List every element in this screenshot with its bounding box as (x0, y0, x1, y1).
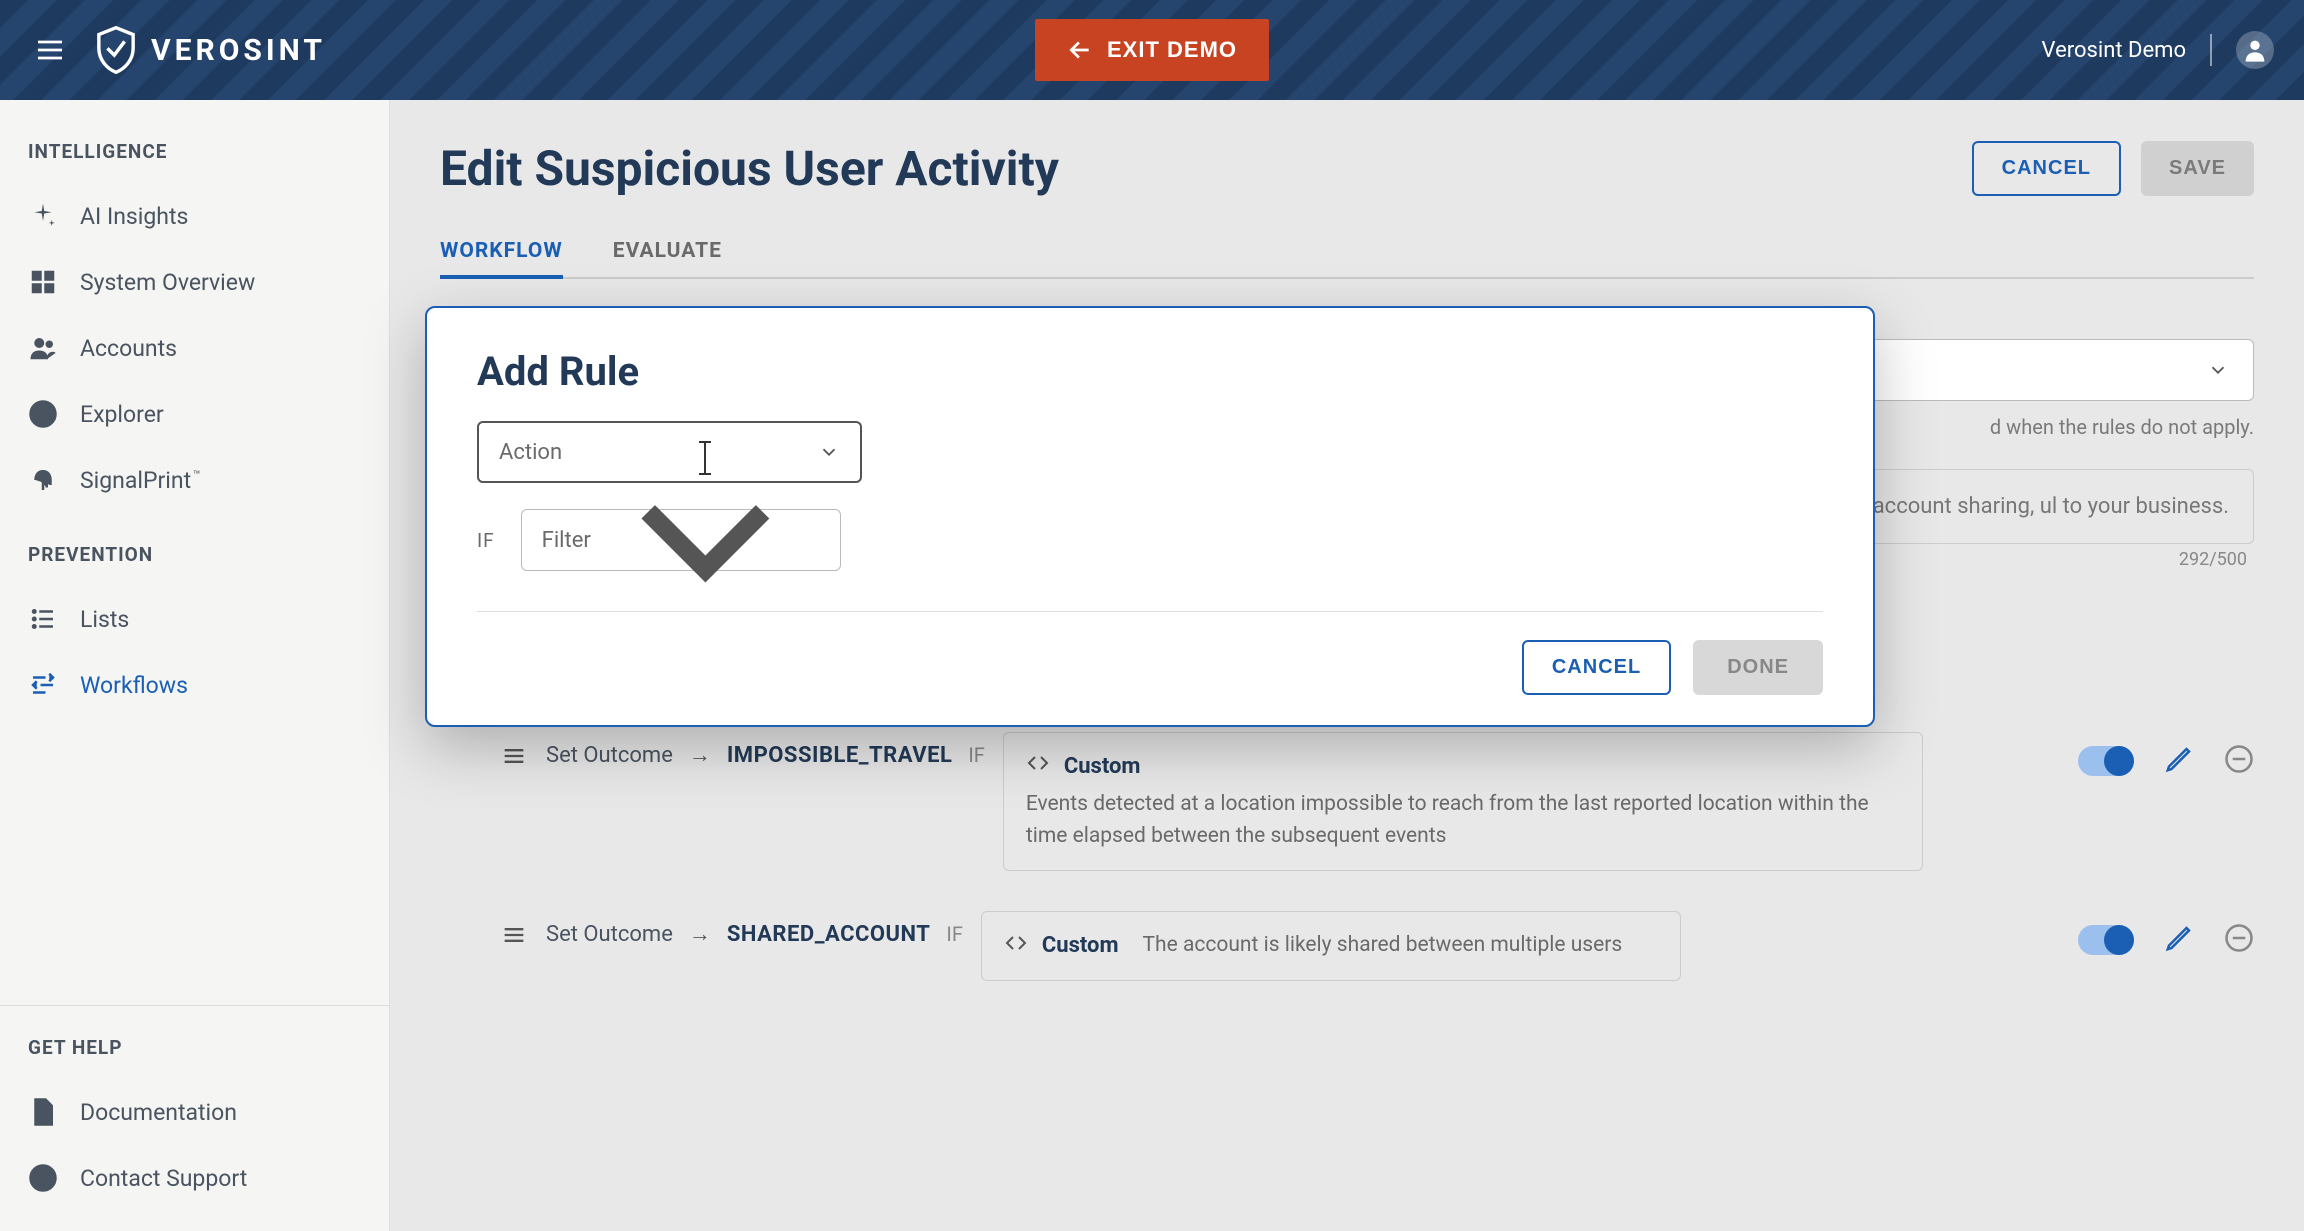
sidebar-item-documentation[interactable]: Documentation (0, 1079, 389, 1145)
workflow-icon (28, 670, 58, 700)
modal-cancel-button[interactable]: CANCEL (1522, 640, 1671, 695)
people-icon (28, 333, 58, 363)
filter-placeholder: Filter (542, 528, 591, 553)
sidebar-item-system-overview[interactable]: System Overview (0, 249, 389, 315)
rule-description: The account is likely shared between mul… (1143, 930, 1623, 962)
tab-evaluate[interactable]: EVALUATE (613, 227, 722, 279)
sidebar-item-explorer[interactable]: Explorer (0, 381, 389, 447)
topbar: VEROSINT EXIT DEMO Verosint Demo (0, 0, 2304, 100)
help-icon (28, 1163, 58, 1193)
modal-done-button: DONE (1693, 640, 1823, 695)
remove-icon[interactable] (2224, 744, 2254, 778)
sidebar-section-intelligence: INTELLIGENCE (0, 140, 389, 183)
modal-title: Add Rule (477, 348, 1823, 395)
code-icon (1026, 751, 1050, 781)
divider (2210, 34, 2212, 66)
sparkle-icon (28, 201, 58, 231)
sidebar-item-signalprint[interactable]: SignalPrint™ (0, 447, 389, 513)
sidebar-item-label: Accounts (80, 335, 177, 362)
sidebar-item-label: Workflows (80, 672, 188, 699)
sidebar-section-prevention: PREVENTION (0, 543, 389, 586)
brand-text: VEROSINT (151, 33, 326, 68)
sidebar-item-contact-support[interactable]: Contact Support (0, 1145, 389, 1211)
list-icon (28, 604, 58, 634)
sidebar-section-get-help: GET HELP (0, 1036, 389, 1079)
chevron-down-icon (818, 441, 840, 463)
sidebar-item-label: Lists (80, 606, 129, 633)
avatar[interactable] (2236, 31, 2274, 69)
sidebar-item-label: Contact Support (80, 1165, 247, 1192)
drag-handle-icon[interactable] (500, 921, 528, 953)
save-button: SAVE (2141, 141, 2254, 196)
rule-condition-box: Custom The account is likely shared betw… (981, 911, 1681, 981)
sidebar-item-label: SignalPrint™ (80, 467, 201, 494)
edit-icon[interactable] (2164, 744, 2194, 778)
custom-label: Custom (1064, 754, 1141, 779)
sidebar-item-lists[interactable]: Lists (0, 586, 389, 652)
sidebar-item-label: Documentation (80, 1099, 237, 1126)
rule-row: Set Outcome → IMPOSSIBLE_TRAVEL IF Custo… (440, 732, 2254, 871)
custom-label: Custom (1042, 933, 1119, 958)
arrow-right-icon: → (689, 921, 711, 947)
action-placeholder: Action (499, 440, 562, 465)
sidebar: INTELLIGENCE AI Insights System Overview… (0, 100, 390, 1231)
tab-workflow[interactable]: WORKFLOW (440, 227, 563, 279)
add-rule-modal: Add Rule Action IF Filter CANCEL DONE (425, 306, 1875, 727)
sidebar-item-accounts[interactable]: Accounts (0, 315, 389, 381)
if-label: IF (477, 529, 495, 552)
char-count: 292/500 (2179, 546, 2247, 573)
shield-icon (95, 26, 137, 74)
action-select[interactable]: Action (477, 421, 862, 483)
rule-toggle[interactable] (2078, 746, 2134, 776)
rule-if-label: IF (968, 743, 985, 767)
sidebar-item-label: AI Insights (80, 203, 188, 230)
rule-outcome: IMPOSSIBLE_TRAVEL (727, 743, 952, 768)
sidebar-item-workflows[interactable]: Workflows (0, 652, 389, 718)
document-icon (28, 1097, 58, 1127)
exit-demo-button[interactable]: EXIT DEMO (1035, 19, 1269, 81)
rule-action-label: Set Outcome (546, 743, 673, 768)
account-label[interactable]: Verosint Demo (2042, 38, 2186, 63)
remove-icon[interactable] (2224, 923, 2254, 957)
page-title: Edit Suspicious User Activity (440, 140, 1059, 197)
rule-if-label: IF (946, 922, 963, 946)
text-cursor-icon (704, 443, 706, 473)
filter-select[interactable]: Filter (521, 509, 841, 571)
cancel-button[interactable]: CANCEL (1972, 141, 2121, 196)
menu-icon[interactable] (30, 30, 70, 70)
drag-handle-icon[interactable] (500, 742, 528, 774)
brand-logo[interactable]: VEROSINT (95, 26, 326, 74)
rule-toggle[interactable] (2078, 925, 2134, 955)
topbar-right: Verosint Demo (2042, 31, 2274, 69)
compass-icon (28, 399, 58, 429)
edit-icon[interactable] (2164, 923, 2194, 957)
fingerprint-icon (28, 465, 58, 495)
exit-demo-label: EXIT DEMO (1107, 37, 1237, 63)
rule-condition-box: Custom Events detected at a location imp… (1003, 732, 1923, 871)
rule-description: Events detected at a location impossible… (1026, 789, 1900, 852)
rule-row: Set Outcome → SHARED_ACCOUNT IF Custom T… (440, 911, 2254, 981)
sidebar-item-label: System Overview (80, 269, 255, 296)
code-icon (1004, 931, 1028, 961)
chevron-down-icon (2207, 359, 2229, 381)
rule-action-label: Set Outcome (546, 922, 673, 947)
tabs: WORKFLOW EVALUATE (440, 227, 2254, 279)
sidebar-item-ai-insights[interactable]: AI Insights (0, 183, 389, 249)
sidebar-item-label: Explorer (80, 401, 164, 428)
arrow-right-icon: → (689, 742, 711, 768)
user-icon (2241, 36, 2269, 64)
arrow-left-icon (1067, 37, 1093, 63)
dashboard-icon (28, 267, 58, 297)
rule-outcome: SHARED_ACCOUNT (727, 922, 931, 947)
